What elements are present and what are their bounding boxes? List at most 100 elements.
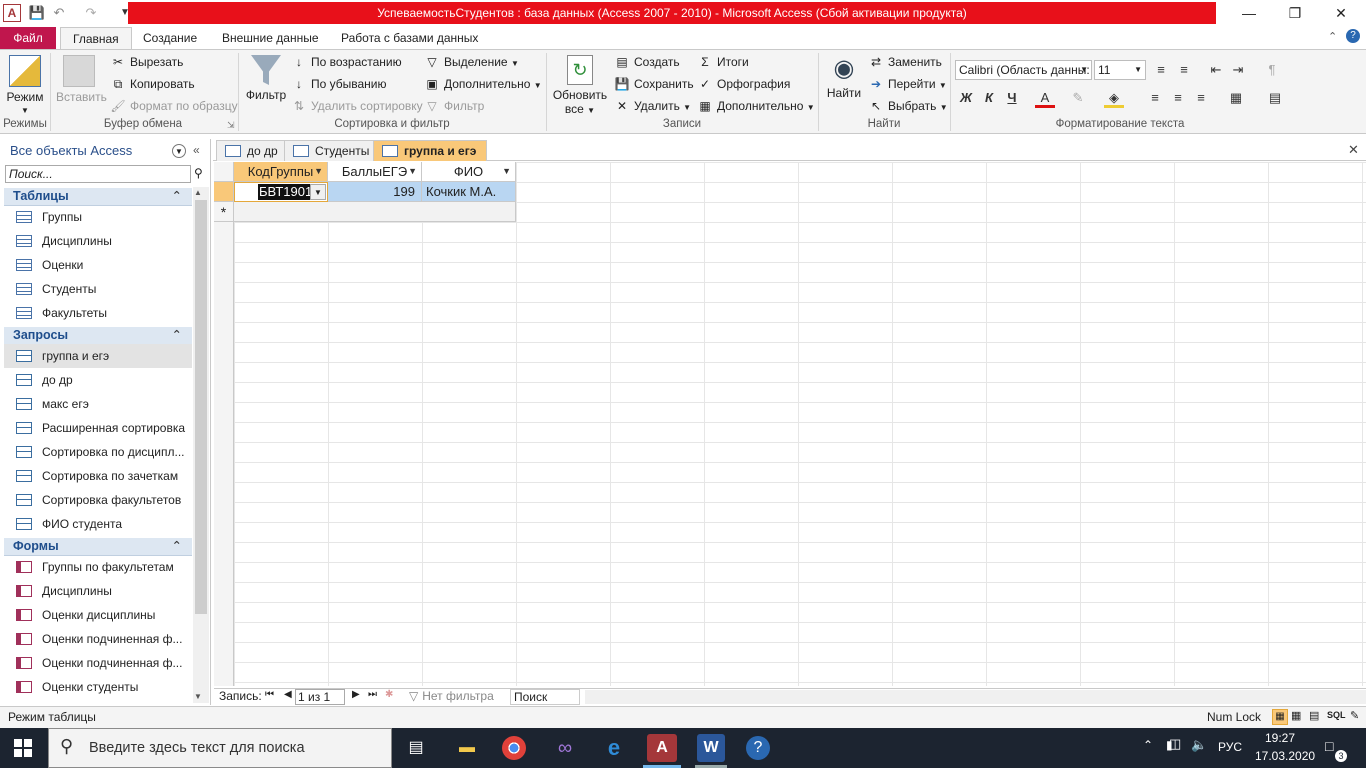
cell-full-name[interactable]: Кочкик М.А. bbox=[422, 182, 516, 202]
delete-record-button[interactable]: ✕ Удалить ▼ bbox=[614, 96, 691, 116]
tray-chevron-icon[interactable]: ⌃ bbox=[1143, 738, 1153, 752]
windows-start-icon[interactable] bbox=[14, 739, 32, 757]
word-icon[interactable]: W bbox=[697, 734, 725, 762]
combo-dropdown-icon[interactable]: ▼ bbox=[310, 184, 326, 200]
record-search-input[interactable]: Поиск bbox=[510, 689, 580, 705]
sort-ascending-button[interactable]: ↓ По возрастанию bbox=[291, 52, 402, 72]
taskbar-search-input[interactable]: Введите здесь текст для поиска bbox=[48, 728, 392, 768]
nav-item-table[interactable]: Оценки bbox=[4, 253, 192, 277]
prev-record-icon[interactable]: ◀ bbox=[284, 689, 292, 700]
nav-item-table[interactable]: Дисциплины bbox=[4, 229, 192, 253]
tab-file[interactable]: Файл bbox=[0, 27, 56, 49]
italic-button[interactable]: К bbox=[979, 88, 999, 108]
nav-section-tables[interactable]: Таблицы ⌃ bbox=[4, 188, 192, 206]
datasheet-grid[interactable] bbox=[214, 162, 1366, 686]
doc-tab-query-active[interactable]: группа и егэ bbox=[373, 140, 488, 161]
pivot-chart-view-icon[interactable]: ▤ bbox=[1309, 709, 1319, 722]
new-record-button[interactable]: ▤ Создать bbox=[614, 52, 679, 72]
goto-button[interactable]: ➔ Перейти ▼ bbox=[868, 74, 947, 94]
font-color-icon[interactable]: A bbox=[1035, 88, 1055, 108]
language-indicator[interactable]: РУС bbox=[1218, 740, 1242, 754]
no-filter-indicator[interactable]: ▽ Нет фильтра bbox=[409, 689, 494, 703]
nav-item-form[interactable]: Дисциплины bbox=[4, 579, 192, 603]
clock-date[interactable]: 17.03.2020 bbox=[1255, 749, 1315, 763]
network-icon[interactable]: ◫ bbox=[1169, 736, 1181, 752]
nav-item-form[interactable]: Оценки студенты bbox=[4, 675, 192, 699]
nav-item-table[interactable]: Студенты bbox=[4, 277, 192, 301]
file-explorer-icon[interactable]: ▬ bbox=[453, 734, 481, 762]
restore-button[interactable]: ❐ bbox=[1272, 0, 1318, 27]
close-button[interactable]: ✕ bbox=[1318, 0, 1364, 27]
help-icon[interactable]: ? bbox=[1346, 29, 1360, 43]
cell-exam-score[interactable]: 199 bbox=[328, 182, 422, 202]
record-selector[interactable] bbox=[214, 182, 234, 202]
chrome-icon[interactable] bbox=[502, 736, 526, 760]
last-record-icon[interactable]: ⏭ bbox=[368, 689, 377, 700]
nav-item-query[interactable]: Сортировка по зачеткам bbox=[4, 464, 192, 488]
bullets-icon[interactable]: ≡ bbox=[1151, 60, 1171, 80]
task-view-icon[interactable]: ▤ bbox=[402, 734, 430, 762]
minimize-button[interactable]: — bbox=[1226, 0, 1272, 27]
nav-section-queries[interactable]: Запросы ⌃ bbox=[4, 327, 192, 345]
nav-search-input[interactable]: Поиск... bbox=[5, 165, 191, 183]
spelling-button[interactable]: ✓ Орфография bbox=[697, 74, 790, 94]
tab-home[interactable]: Главная bbox=[60, 27, 132, 49]
tab-create[interactable]: Создание bbox=[131, 27, 209, 49]
scroll-thumb[interactable] bbox=[195, 200, 207, 614]
cut-button[interactable]: ✂ Вырезать bbox=[110, 52, 183, 72]
column-header-group-code[interactable]: КодГруппы ▼ bbox=[234, 162, 328, 182]
volume-icon[interactable]: 🔈 bbox=[1191, 737, 1207, 753]
column-header-exam-score[interactable]: БаллыЕГЭ ▼ bbox=[328, 162, 422, 182]
nav-item-query[interactable]: до др bbox=[4, 368, 192, 392]
refresh-all-button[interactable]: ↻ Обновить все ▼ bbox=[550, 55, 610, 118]
nav-item-query[interactable]: макс егэ bbox=[4, 392, 192, 416]
collapse-nav-icon[interactable]: « bbox=[193, 143, 200, 157]
undo-icon[interactable]: ↶ bbox=[50, 4, 68, 22]
align-right-icon[interactable]: ≡ bbox=[1191, 88, 1211, 108]
nav-item-table[interactable]: Факультеты bbox=[4, 301, 192, 325]
notifications-icon[interactable]: □ bbox=[1325, 738, 1333, 754]
new-record-selector[interactable]: * bbox=[214, 202, 234, 222]
font-family-select[interactable]: Calibri (Область данны: ▼ bbox=[955, 60, 1092, 80]
find-button[interactable]: ◉ Найти bbox=[824, 55, 864, 100]
edge-icon[interactable]: e bbox=[600, 734, 628, 762]
replace-button[interactable]: ⇄ Заменить bbox=[868, 52, 942, 72]
font-size-select[interactable]: 11 ▼ bbox=[1094, 60, 1146, 80]
tab-database-tools[interactable]: Работа с базами данных bbox=[329, 27, 490, 49]
datasheet-view-icon[interactable]: ▦ bbox=[1272, 709, 1288, 725]
nav-item-form[interactable]: Оценки подчиненная ф... bbox=[4, 651, 192, 675]
clock-time[interactable]: 19:27 bbox=[1265, 731, 1295, 745]
search-icon[interactable]: ⚲ bbox=[194, 166, 203, 180]
bold-button[interactable]: Ж bbox=[956, 88, 976, 108]
sort-descending-button[interactable]: ↓ По убыванию bbox=[291, 74, 387, 94]
scroll-up-icon[interactable]: ▲ bbox=[194, 188, 202, 197]
nav-item-query[interactable]: Сортировка по дисципл... bbox=[4, 440, 192, 464]
horizontal-scrollbar[interactable] bbox=[585, 690, 1366, 704]
save-record-button[interactable]: 💾 Сохранить bbox=[614, 74, 694, 94]
nav-item-query[interactable]: Расширенная сортировка bbox=[4, 416, 192, 440]
sql-view-icon[interactable]: SQL bbox=[1327, 710, 1346, 720]
tab-external-data[interactable]: Внешние данные bbox=[210, 27, 331, 49]
advanced-filter-button[interactable]: ▣ Дополнительно ▼ bbox=[424, 74, 541, 94]
redo-icon[interactable]: ↷ bbox=[82, 4, 100, 22]
filter-button[interactable]: Фильтр bbox=[244, 55, 288, 102]
selection-button[interactable]: ▽ Выделение ▼ bbox=[424, 52, 518, 72]
save-icon[interactable]: 💾 bbox=[28, 4, 46, 22]
nav-item-form[interactable]: Оценки дисциплины bbox=[4, 603, 192, 627]
access-taskbar-icon[interactable]: A bbox=[647, 734, 677, 762]
gridlines-icon[interactable]: ▦ bbox=[1226, 88, 1246, 108]
nav-pane-title[interactable]: Все объекты Access bbox=[10, 143, 132, 158]
align-left-icon[interactable]: ≡ bbox=[1145, 88, 1165, 108]
select-all-corner[interactable] bbox=[214, 162, 234, 182]
design-view-icon[interactable]: ✎ bbox=[1350, 709, 1359, 722]
next-record-icon[interactable]: ▶ bbox=[352, 689, 360, 700]
cell-group-code[interactable]: БВТ1901 ▼ bbox=[234, 182, 328, 202]
fill-color-icon[interactable]: ◈ bbox=[1104, 88, 1124, 108]
new-record-nav-icon[interactable]: ✱ bbox=[385, 689, 393, 700]
pivot-table-view-icon[interactable]: ▦ bbox=[1291, 709, 1301, 722]
numbering-icon[interactable]: ≡ bbox=[1174, 60, 1194, 80]
decrease-indent-icon[interactable]: ⇤ bbox=[1206, 60, 1226, 80]
align-center-icon[interactable]: ≡ bbox=[1168, 88, 1188, 108]
nav-item-form[interactable]: Оценки подчиненная ф... bbox=[4, 627, 192, 651]
first-record-icon[interactable]: ⏮ bbox=[265, 689, 274, 700]
